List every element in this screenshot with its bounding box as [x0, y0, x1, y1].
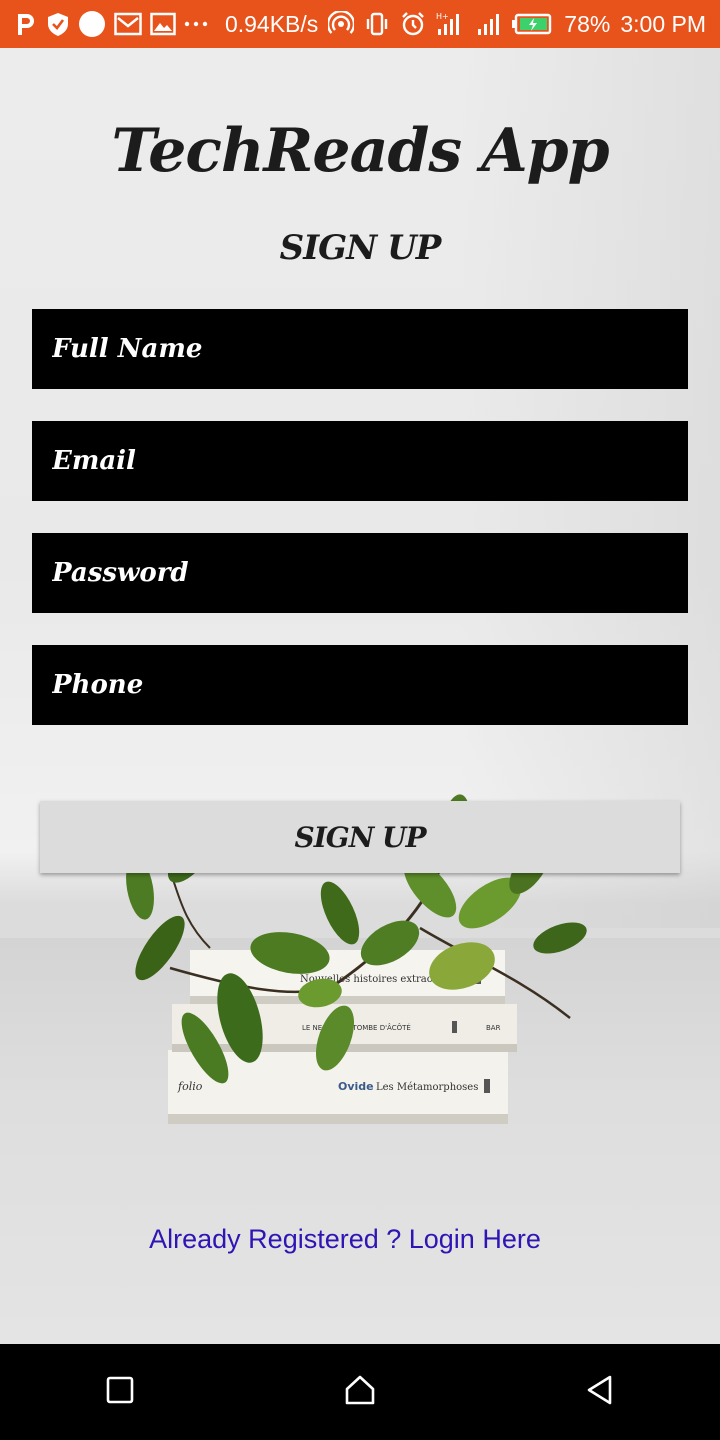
recent-apps-icon	[105, 1375, 135, 1410]
signup-screen: folio Ovide Les Métamorphoses LE NEC DE …	[0, 48, 720, 1344]
book-middle-title: LE NEC DE LA TOMBE D'ÂCÔTÉ	[302, 1023, 411, 1032]
mail-icon	[114, 12, 142, 36]
book-bottom-author: Ovide	[338, 1080, 374, 1093]
signal-icon	[476, 11, 502, 37]
network-speed: 0.94KB/s	[224, 10, 319, 37]
app-title: TechReads App	[111, 116, 609, 186]
navigation-bar	[0, 1344, 720, 1440]
more-icon	[184, 19, 208, 29]
signup-button[interactable]: SIGN UP	[40, 801, 680, 873]
page-subtitle: SIGN UP	[279, 228, 442, 268]
shield-icon	[46, 11, 70, 37]
status-bar: 0.94KB/s H+ 78% 3:00 PM	[0, 0, 720, 48]
battery-percent: 78%	[564, 10, 611, 37]
home-icon	[344, 1374, 376, 1411]
password-input[interactable]	[32, 533, 688, 613]
clock: 3:00 PM	[620, 10, 706, 37]
recent-apps-button[interactable]	[80, 1352, 160, 1432]
book-bottom-title: Les Métamorphoses	[376, 1082, 478, 1093]
book-bottom-brand: folio	[177, 1080, 203, 1093]
p-icon	[14, 11, 38, 37]
svg-text:H+: H+	[436, 12, 449, 21]
back-button[interactable]	[560, 1352, 640, 1432]
back-icon	[585, 1374, 615, 1411]
alarm-icon	[400, 11, 426, 37]
svg-text:BAR: BAR	[486, 1024, 501, 1032]
image-icon	[150, 12, 176, 36]
full-name-input[interactable]	[32, 309, 688, 389]
circle-icon	[78, 10, 106, 38]
battery-icon	[512, 13, 554, 35]
phone-input[interactable]	[32, 645, 688, 725]
vibrate-icon	[364, 11, 390, 37]
signal-icon: H+	[436, 11, 466, 37]
email-input[interactable]	[32, 421, 688, 501]
home-button[interactable]	[320, 1352, 400, 1432]
hotspot-icon	[328, 11, 355, 37]
login-link[interactable]: Already Registered ? Login Here	[0, 1224, 690, 1255]
